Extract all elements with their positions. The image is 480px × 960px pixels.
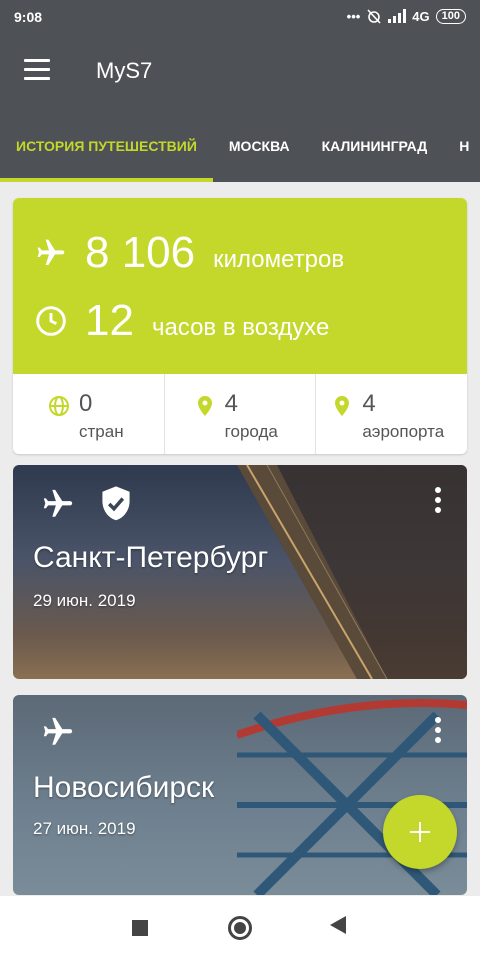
app-title: MyS7 xyxy=(96,58,153,83)
hamburger-menu-icon[interactable] xyxy=(24,59,50,81)
bridge-photo xyxy=(237,465,467,679)
location-pin-icon xyxy=(197,396,212,416)
status-bar: 9:08 ••• 4G 100 xyxy=(0,0,480,36)
distance-stat: 8 106 километров xyxy=(35,228,344,278)
airports-label: аэропорта xyxy=(362,422,445,441)
globe-icon xyxy=(49,396,69,416)
cities-value: 4 xyxy=(224,390,239,417)
cities-count: 4 города xyxy=(165,374,317,454)
distance-unit: километров xyxy=(213,246,345,273)
app-bar: MyS7 ИСТОРИЯ ПУТЕШЕСТВИЙ МОСКВА КАЛИНИНГ… xyxy=(0,36,480,182)
trip-city: Санкт-Петербург xyxy=(33,541,269,574)
back-icon[interactable] xyxy=(330,916,346,934)
trip-date: 29 июн. 2019 xyxy=(33,591,136,610)
tab-moscow[interactable]: МОСКВА xyxy=(213,128,306,182)
notification-dots-icon: ••• xyxy=(346,8,361,24)
alarm-off-icon xyxy=(367,9,381,24)
trip-card[interactable]: Новосибирск 27 июн. 2019 xyxy=(13,695,467,895)
verified-shield-icon xyxy=(102,486,130,521)
cities-label: города xyxy=(224,422,278,441)
location-pin-icon xyxy=(335,396,350,416)
airports-value: 4 xyxy=(362,390,376,417)
travel-summary-card: 8 106 километров 12 часов в воздухе 0 ст… xyxy=(13,198,467,454)
status-indicators: ••• 4G 100 xyxy=(347,8,466,24)
trip-city: Новосибирск xyxy=(33,771,215,804)
summary-highlight: 8 106 километров 12 часов в воздухе xyxy=(13,198,467,374)
hours-value: 12 xyxy=(85,296,134,345)
summary-counts: 0 стран 4 города 4 аэропорта xyxy=(13,374,467,454)
countries-count: 0 стран xyxy=(13,374,165,454)
recent-apps-icon[interactable] xyxy=(132,920,148,936)
hours-unit: часов в воздухе xyxy=(151,314,330,341)
more-options-icon[interactable] xyxy=(435,487,441,513)
tab-travel-history[interactable]: ИСТОРИЯ ПУТЕШЕСТВИЙ xyxy=(0,128,213,182)
system-nav-bar xyxy=(0,896,480,960)
airplane-icon xyxy=(43,717,73,745)
signal-icon xyxy=(388,9,407,23)
countries-value: 0 xyxy=(79,390,93,417)
more-options-icon[interactable] xyxy=(435,717,441,743)
airports-count: 4 аэропорта xyxy=(316,374,467,454)
battery-icon: 100 xyxy=(435,8,466,24)
trip-date: 27 июн. 2019 xyxy=(33,819,136,838)
tab-kaliningrad[interactable]: КАЛИНИНГРАД xyxy=(306,128,444,182)
trip-card[interactable]: Санкт-Петербург 29 июн. 2019 xyxy=(13,465,467,679)
home-icon[interactable] xyxy=(228,916,252,940)
add-trip-button[interactable] xyxy=(383,795,457,869)
tab-next[interactable]: Н xyxy=(443,128,480,182)
countries-label: стран xyxy=(79,422,124,441)
distance-value: 8 106 xyxy=(85,228,196,277)
airplane-icon xyxy=(43,489,73,517)
clock-icon xyxy=(36,306,66,336)
tab-bar: ИСТОРИЯ ПУТЕШЕСТВИЙ МОСКВА КАЛИНИНГРАД Н xyxy=(0,128,480,182)
status-time: 9:08 xyxy=(14,9,43,25)
network-type: 4G xyxy=(412,8,430,24)
airplane-icon xyxy=(37,239,65,265)
hours-stat: 12 часов в воздухе xyxy=(35,296,329,346)
plus-icon xyxy=(410,822,430,842)
